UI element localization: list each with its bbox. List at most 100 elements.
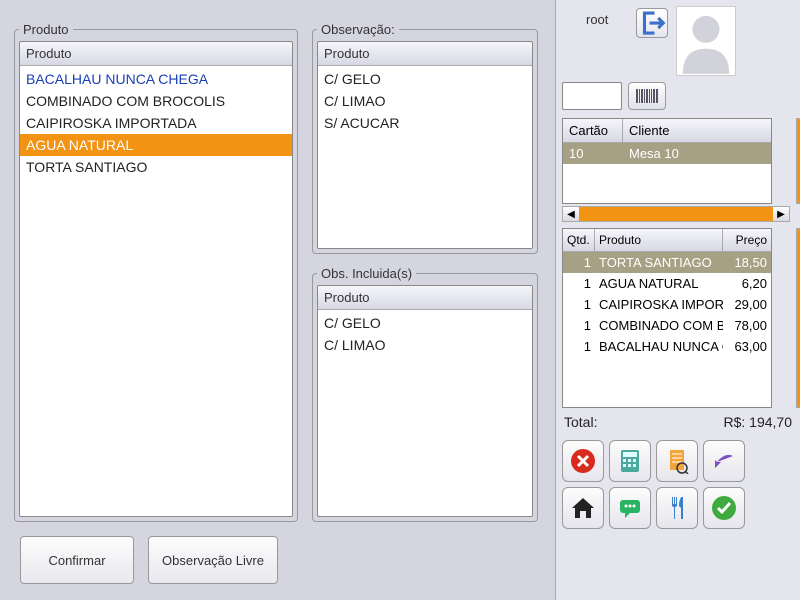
order-table-section: Qtd. Produto Preço 1TORTA SANTIAGO18,501… [562,228,794,408]
logout-button[interactable] [636,8,668,38]
avatar [676,6,736,76]
scroll-right-arrow[interactable]: ▶ [773,207,789,221]
list-item[interactable]: C/ LIMAO [318,334,532,356]
list-item[interactable]: C/ GELO [318,68,532,90]
avatar-placeholder-icon [677,6,735,75]
card-table-row[interactable]: 10 Mesa 10 [563,143,771,164]
list-item[interactable]: TORTA SANTIAGO [20,156,292,178]
obs-incluidas-legend: Obs. Incluida(s) [317,266,416,281]
left-panel: Produto Produto BACALHAU NUNCA CHEGACOMB… [0,0,555,600]
order-row-produto: TORTA SANTIAGO [595,252,723,273]
confirmar-button[interactable]: Confirmar [20,536,134,584]
order-vertical-scrollbar[interactable] [796,228,800,408]
order-row-preco: 63,00 [723,336,771,357]
total-label: Total: [564,414,597,430]
home-button[interactable] [562,487,604,529]
logout-icon [637,8,667,38]
card-table-section: Cartão Cliente 10 Mesa 10 [562,118,794,204]
card-vertical-scrollbar[interactable] [796,118,800,204]
card-row-cartao: 10 [563,143,623,164]
produto-listbox: Produto BACALHAU NUNCA CHEGACOMBINADO CO… [19,41,293,517]
order-row-qtd: 1 [563,252,595,273]
cancel-button[interactable] [562,440,604,482]
user-name-label: root [586,12,608,27]
order-row-qtd: 1 [563,294,595,315]
order-row-preco: 29,00 [723,294,771,315]
order-row-preco: 78,00 [723,315,771,336]
card-row-cliente: Mesa 10 [623,143,771,164]
order-row-preco: 6,20 [723,273,771,294]
order-header-preco: Preço [723,229,771,251]
list-item[interactable]: S/ ACUCAR [318,112,532,134]
order-row-qtd: 1 [563,336,595,357]
chat-icon [617,495,643,521]
home-icon [570,495,596,521]
right-panel: root Cartão Cliente [555,0,800,600]
observacao-livre-button[interactable]: Observação Livre [148,536,278,584]
card-table-header: Cartão Cliente [563,119,771,143]
card-header-cartao: Cartão [563,119,623,142]
order-row-produto: CAIPIROSKA IMPORTADA [595,294,723,315]
calculator-button[interactable] [609,440,651,482]
search-row [556,78,800,114]
order-row-produto: BACALHAU NUNCA CHEGA [595,336,723,357]
list-item[interactable]: CAIPIROSKA IMPORTADA [20,112,292,134]
receipt-icon [664,448,690,474]
produto-list-header: Produto [20,42,292,66]
obs-incluidas-fieldset: Obs. Incluida(s) Produto C/ GELOC/ LIMAO [312,266,538,522]
chat-button[interactable] [609,487,651,529]
produto-legend: Produto [19,22,73,37]
observacao-listbox: Produto C/ GELOC/ LIMAOS/ ACUCAR [317,41,533,249]
table-row[interactable]: 1CAIPIROSKA IMPORTADA29,00 [563,294,771,315]
card-horizontal-scrollbar[interactable]: ◀ ▶ [562,206,790,222]
total-row: Total: R$: 194,70 [564,414,792,430]
list-item[interactable]: AGUA NATURAL [20,134,292,156]
table-row[interactable]: 1AGUA NATURAL6,20 [563,273,771,294]
barcode-button[interactable] [628,82,666,110]
order-row-qtd: 1 [563,273,595,294]
total-value: R$: 194,70 [724,414,793,430]
receipt-button[interactable] [656,440,698,482]
table-row[interactable]: 1TORTA SANTIAGO18,50 [563,252,771,273]
calculator-icon [617,448,643,474]
barcode-icon [636,89,658,103]
order-row-preco: 18,50 [723,252,771,273]
order-header-produto: Produto [595,229,723,251]
user-header: root [556,0,800,78]
scroll-left-arrow[interactable]: ◀ [563,207,579,221]
search-input[interactable] [562,82,622,110]
produto-fieldset: Produto Produto BACALHAU NUNCA CHEGACOMB… [14,22,298,522]
order-row-produto: AGUA NATURAL [595,273,723,294]
card-table: Cartão Cliente 10 Mesa 10 [562,118,772,204]
order-table-body: 1TORTA SANTIAGO18,501AGUA NATURAL6,201CA… [563,252,771,357]
back-button[interactable] [703,440,745,482]
check-icon [711,495,737,521]
order-table: Qtd. Produto Preço 1TORTA SANTIAGO18,501… [562,228,772,408]
observacao-legend: Observação: [317,22,399,37]
order-row-produto: COMBINADO COM BROCOLIS [595,315,723,336]
ok-button[interactable] [703,487,745,529]
order-table-header: Qtd. Produto Preço [563,229,771,252]
scrollbar-thumb[interactable] [579,207,773,221]
table-row[interactable]: 1BACALHAU NUNCA CHEGA63,00 [563,336,771,357]
produto-list-body: BACALHAU NUNCA CHEGACOMBINADO COM BROCOL… [20,66,292,180]
list-item[interactable]: BACALHAU NUNCA CHEGA [20,68,292,90]
list-item[interactable]: C/ LIMAO [318,90,532,112]
list-item[interactable]: C/ GELO [318,312,532,334]
card-header-cliente: Cliente [623,119,771,142]
back-arrow-icon [711,448,737,474]
order-row-qtd: 1 [563,315,595,336]
list-item[interactable]: COMBINADO COM BROCOLIS [20,90,292,112]
obs-incluidas-list-header: Produto [318,286,532,310]
table-row[interactable]: 1COMBINADO COM BROCOLIS78,00 [563,315,771,336]
obs-incluidas-list-body: C/ GELOC/ LIMAO [318,310,532,358]
order-header-qtd: Qtd. [563,229,595,251]
cutlery-button[interactable] [656,487,698,529]
observacao-list-body: C/ GELOC/ LIMAOS/ ACUCAR [318,66,532,136]
cancel-icon [570,448,596,474]
obs-incluidas-listbox: Produto C/ GELOC/ LIMAO [317,285,533,517]
observacao-fieldset: Observação: Produto C/ GELOC/ LIMAOS/ AC… [312,22,538,254]
cutlery-icon [664,495,690,521]
observacao-list-header: Produto [318,42,532,66]
action-buttons [562,440,794,529]
